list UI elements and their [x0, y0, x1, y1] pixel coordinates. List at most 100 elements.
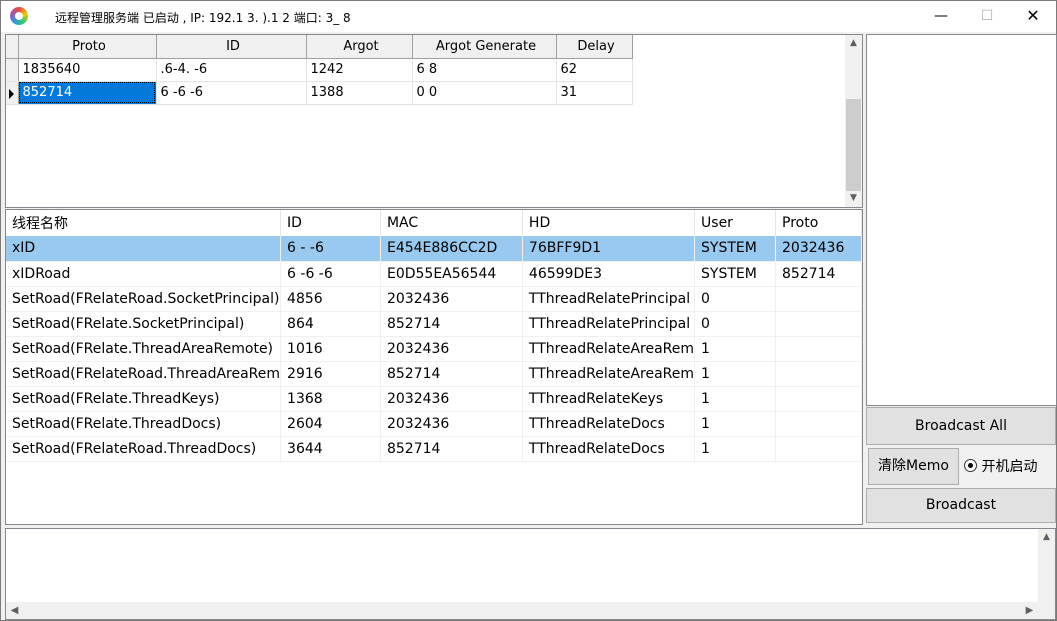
- list-item[interactable]: SetRoad(FRelateRoad.ThreadDocs) 3644 852…: [6, 436, 862, 462]
- scroll-up-icon[interactable]: ▲: [845, 35, 862, 52]
- cell-mac: 2032436: [380, 411, 523, 437]
- column-header-argot[interactable]: Argot: [306, 35, 413, 59]
- cell-proto: 2032436: [775, 236, 862, 262]
- cell-thread-name: SetRoad(FRelate.ThreadAreaRemote): [6, 336, 282, 362]
- column-header-delay[interactable]: Delay: [556, 35, 633, 59]
- scroll-left-icon[interactable]: ◀: [6, 602, 23, 619]
- autostart-label: 开机启动: [981, 459, 1038, 475]
- cell-hd: 46599DE3: [522, 261, 696, 287]
- cell-id: 2916: [280, 361, 381, 387]
- scroll-up-icon[interactable]: ▲: [1038, 529, 1055, 546]
- cell-hd: TThreadRelateDocs: [522, 436, 696, 462]
- cell-proto: [775, 336, 862, 362]
- cell-hd: TThreadRelatePrincipal: [522, 286, 696, 312]
- maximize-icon[interactable]: ☐: [964, 1, 1010, 32]
- cell-mac: 852714: [380, 311, 523, 337]
- list-item[interactable]: SetRoad(FRelateRoad.SocketPrincipal) 485…: [6, 286, 862, 312]
- cell-argot-generate[interactable]: 0 0: [412, 81, 557, 105]
- cell-user: 1: [694, 361, 776, 387]
- scroll-down-icon[interactable]: ▼: [845, 190, 862, 207]
- cell-id: 864: [280, 311, 381, 337]
- thread-list[interactable]: 线程名称 ID MAC HD User Proto xID 6 - -6 E45…: [5, 209, 863, 525]
- cell-hd: TThreadRelateKeys: [522, 386, 696, 412]
- cell-thread-name: xID: [6, 236, 282, 262]
- cell-proto[interactable]: 1835640: [18, 58, 157, 82]
- column-header-proto[interactable]: Proto: [18, 35, 157, 59]
- cell-id: 1368: [280, 386, 381, 412]
- cell-thread-name: SetRoad(FRelate.ThreadKeys): [6, 386, 282, 412]
- cell-user: 1: [694, 436, 776, 462]
- memo-textarea[interactable]: ▲ ◀ ▶: [5, 528, 1056, 620]
- scrollbar-thumb[interactable]: [846, 99, 861, 191]
- list-item[interactable]: SetRoad(FRelateRoad.ThreadAreaRem 2916 8…: [6, 361, 862, 387]
- list-item[interactable]: SetRoad(FRelate.ThreadKeys) 1368 2032436…: [6, 386, 862, 412]
- list-item[interactable]: SetRoad(FRelate.ThreadDocs) 2604 2032436…: [6, 411, 862, 437]
- cell-hd: TThreadRelateAreaRem: [522, 336, 696, 362]
- memo-vertical-scrollbar[interactable]: ▲: [1038, 529, 1055, 604]
- close-icon[interactable]: ✕: [1010, 1, 1056, 32]
- cell-id[interactable]: 6 -6 -6: [156, 81, 307, 105]
- column-header-id[interactable]: ID: [280, 210, 381, 236]
- vertical-scrollbar[interactable]: ▲ ▼: [845, 35, 862, 207]
- radio-selected-icon[interactable]: [964, 459, 977, 472]
- broadcast-all-button[interactable]: Broadcast All: [866, 407, 1056, 445]
- cell-mac: 2032436: [380, 386, 523, 412]
- cell-mac: E0D55EA56544: [380, 261, 523, 287]
- cell-user: SYSTEM: [694, 261, 776, 287]
- cell-hd: TThreadRelatePrincipal: [522, 311, 696, 337]
- cell-hd: 76BFF9D1: [522, 236, 696, 262]
- cell-id: 4856: [280, 286, 381, 312]
- cell-proto: [775, 411, 862, 437]
- cell-hd: TThreadRelateDocs: [522, 411, 696, 437]
- cell-user: 0: [694, 311, 776, 337]
- scroll-right-icon[interactable]: ▶: [1021, 602, 1038, 619]
- column-header-id[interactable]: ID: [156, 35, 307, 59]
- broadcast-button[interactable]: Broadcast: [866, 488, 1056, 523]
- cell-argot[interactable]: 1388: [306, 81, 413, 105]
- cell-thread-name: SetRoad(FRelate.SocketPrincipal): [6, 311, 282, 337]
- memo-horizontal-scrollbar[interactable]: ◀ ▶: [6, 602, 1055, 619]
- column-header-thread-name[interactable]: 线程名称: [6, 210, 282, 236]
- minimize-icon[interactable]: —: [918, 1, 964, 32]
- cell-thread-name: SetRoad(FRelate.ThreadDocs): [6, 411, 282, 437]
- row-indicator: [6, 58, 19, 82]
- cell-user: 1: [694, 386, 776, 412]
- column-header-hd[interactable]: HD: [522, 210, 696, 236]
- connection-grid[interactable]: Proto ID Argot Argot Generate Delay 1835…: [5, 34, 863, 208]
- list-item[interactable]: SetRoad(FRelate.SocketPrincipal) 864 852…: [6, 311, 862, 337]
- cell-id[interactable]: .6-4. -6: [156, 58, 307, 82]
- cell-user: 1: [694, 411, 776, 437]
- cell-proto[interactable]: 852714: [18, 81, 157, 105]
- cell-delay[interactable]: 62: [556, 58, 633, 82]
- cell-argot[interactable]: 1242: [306, 58, 413, 82]
- cell-user: 0: [694, 286, 776, 312]
- cell-mac: 2032436: [380, 286, 523, 312]
- thread-header-row: 线程名称 ID MAC HD User Proto: [6, 210, 862, 236]
- cell-mac: E454E886CC2D: [380, 236, 523, 262]
- list-item[interactable]: xID 6 - -6 E454E886CC2D 76BFF9D1 SYSTEM …: [6, 236, 862, 262]
- window-title: 远程管理服务端 已启动 , IP: 192.1 3. ).1 2 端口: 3_ …: [55, 11, 351, 25]
- cell-id: 6 -6 -6: [280, 261, 381, 287]
- column-header-argot-generate[interactable]: Argot Generate: [412, 35, 557, 59]
- title-bar[interactable]: 远程管理服务端 已启动 , IP: 192.1 3. ).1 2 端口: 3_ …: [1, 1, 1056, 32]
- clear-memo-button[interactable]: 清除Memo: [868, 448, 959, 485]
- cell-user: 1: [694, 336, 776, 362]
- column-header-proto[interactable]: Proto: [775, 210, 862, 236]
- table-row[interactable]: 852714 6 -6 -6 1388 0 0 31: [6, 81, 633, 105]
- cell-proto: [775, 436, 862, 462]
- cell-delay[interactable]: 31: [556, 81, 633, 105]
- column-header-user[interactable]: User: [694, 210, 776, 236]
- list-item[interactable]: xIDRoad 6 -6 -6 E0D55EA56544 46599DE3 SY…: [6, 261, 862, 287]
- table-row[interactable]: 1835640 .6-4. -6 1242 6 8 62: [6, 58, 633, 82]
- client-side-panel[interactable]: [866, 34, 1057, 406]
- cell-mac: 2032436: [380, 336, 523, 362]
- cell-argot-generate[interactable]: 6 8: [412, 58, 557, 82]
- cell-proto: [775, 311, 862, 337]
- cell-proto: 852714: [775, 261, 862, 287]
- cell-id: 6 - -6: [280, 236, 381, 262]
- cell-id: 3644: [280, 436, 381, 462]
- cell-thread-name: SetRoad(FRelateRoad.SocketPrincipal): [6, 286, 282, 312]
- column-header-mac[interactable]: MAC: [380, 210, 523, 236]
- list-item[interactable]: SetRoad(FRelate.ThreadAreaRemote) 1016 2…: [6, 336, 862, 362]
- autostart-radio[interactable]: 开机启动: [964, 456, 1037, 476]
